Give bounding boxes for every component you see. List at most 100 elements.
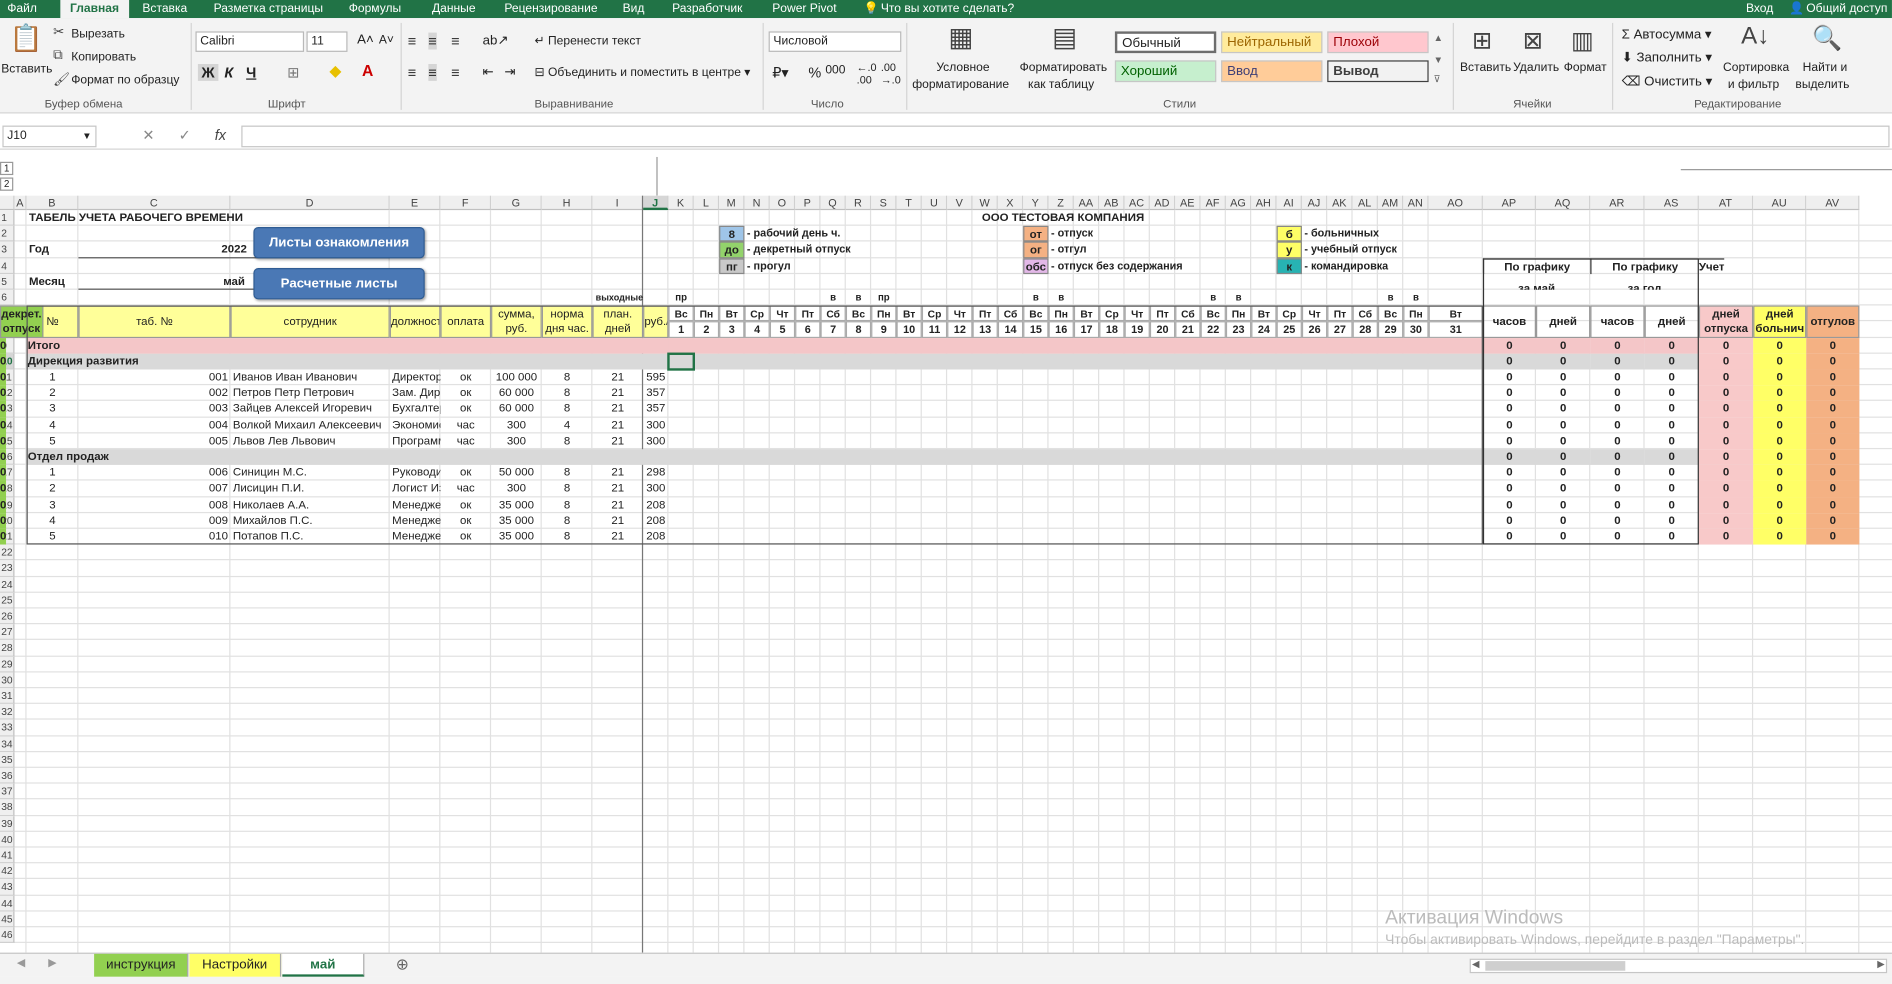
acquaint-sheets-button[interactable]: Листы ознакомления bbox=[253, 226, 425, 259]
row-header[interactable]: 4 bbox=[0, 257, 15, 274]
summary-cell[interactable]: 0 bbox=[1806, 401, 1860, 418]
summary-cell[interactable]: 0 bbox=[1806, 417, 1860, 434]
summary-cell[interactable]: 0 bbox=[0, 433, 7, 450]
row-tab[interactable]: 010 bbox=[78, 529, 230, 545]
row-plan[interactable]: 21 bbox=[592, 481, 643, 497]
row-payment[interactable]: ок bbox=[440, 513, 491, 529]
row-norm[interactable]: 8 bbox=[542, 385, 593, 401]
column-header[interactable]: G bbox=[491, 195, 542, 211]
total-row-days-bg[interactable] bbox=[668, 337, 1483, 354]
row-tab[interactable]: 005 bbox=[78, 433, 230, 449]
summary-cell[interactable]: 0 bbox=[1698, 353, 1754, 370]
tab-formulas[interactable]: Формулы bbox=[349, 0, 402, 18]
column-header[interactable]: W bbox=[972, 195, 998, 211]
column-header[interactable]: C bbox=[78, 195, 231, 211]
summary-cell[interactable]: 0 bbox=[1698, 465, 1754, 481]
day-number-header[interactable]: 5 bbox=[769, 321, 796, 338]
day-mark[interactable]: в bbox=[846, 290, 871, 306]
row-num[interactable]: 1 bbox=[27, 465, 79, 481]
weekday-header[interactable]: Сб bbox=[820, 305, 846, 322]
weekday-header[interactable]: Сб bbox=[1352, 305, 1378, 322]
day-number-header[interactable]: 20 bbox=[1149, 321, 1176, 338]
company-name[interactable]: ООО ТЕСТОВАЯ КОМПАНИЯ bbox=[643, 210, 1483, 226]
format-table-icon[interactable]: ▤ bbox=[1052, 22, 1077, 53]
summary-cell[interactable]: 0 bbox=[1644, 337, 1699, 354]
weekday-header[interactable]: Вт bbox=[1428, 305, 1483, 322]
day-number-header[interactable]: 13 bbox=[972, 321, 998, 338]
row-header[interactable]: 2 bbox=[0, 226, 15, 242]
style-neutral[interactable]: Нейтральный bbox=[1221, 31, 1323, 54]
summary-cell[interactable]: 0 bbox=[1698, 417, 1754, 434]
header-employee[interactable]: сотрудник bbox=[230, 305, 390, 338]
format-painter-button[interactable]: Формат по образцу bbox=[71, 74, 179, 87]
total-label[interactable]: Итого bbox=[27, 338, 390, 354]
day-mark[interactable]: в bbox=[1023, 290, 1048, 306]
align-right-icon[interactable]: ≡ bbox=[451, 64, 459, 81]
header-hours[interactable]: часов bbox=[1482, 305, 1537, 338]
day-number-header[interactable]: 29 bbox=[1377, 321, 1404, 338]
column-header[interactable]: AS bbox=[1644, 195, 1699, 211]
weekday-header[interactable]: Пн bbox=[1225, 305, 1252, 322]
row-plan[interactable]: 21 bbox=[592, 433, 643, 449]
header-maternity[interactable]: декрет. отпуск bbox=[0, 305, 43, 338]
weekday-header[interactable]: Пт bbox=[1327, 305, 1353, 322]
column-header[interactable]: R bbox=[845, 195, 872, 211]
header-norm[interactable]: норма дня час. bbox=[541, 305, 593, 338]
summary-cell[interactable]: 0 bbox=[1644, 353, 1699, 370]
summary-cell[interactable]: 0 bbox=[0, 417, 7, 434]
font-color-icon[interactable]: A bbox=[362, 62, 373, 80]
row-rate[interactable]: 298 bbox=[643, 465, 668, 481]
summary-cell[interactable]: 0 bbox=[1753, 385, 1807, 402]
summary-cell[interactable]: 0 bbox=[1753, 433, 1807, 450]
summary-cell[interactable]: 0 bbox=[1483, 433, 1536, 449]
row-sum[interactable]: 35 000 bbox=[491, 529, 542, 545]
row-plan[interactable]: 21 bbox=[592, 369, 643, 385]
column-header[interactable]: D bbox=[230, 195, 390, 211]
summary-cell[interactable]: 0 bbox=[1698, 433, 1754, 450]
group-name[interactable]: Дирекция развития bbox=[27, 354, 441, 370]
style-bad[interactable]: Плохой bbox=[1327, 31, 1429, 54]
fill-button[interactable]: ⬇ Заполнить ▾ bbox=[1622, 50, 1712, 65]
column-header[interactable]: AO bbox=[1428, 195, 1483, 211]
outline-level-1-button[interactable]: 1 bbox=[0, 161, 14, 176]
row-header[interactable]: 23 bbox=[0, 560, 15, 577]
row-norm[interactable]: 4 bbox=[542, 417, 593, 433]
find-select-button[interactable]: Найти и bbox=[1803, 62, 1848, 75]
row-tab[interactable]: 009 bbox=[78, 513, 230, 529]
row-num[interactable]: 5 bbox=[27, 433, 79, 449]
next-sheet-icon[interactable]: ▶ bbox=[48, 956, 56, 969]
column-header[interactable]: AK bbox=[1327, 195, 1353, 211]
row-norm[interactable]: 8 bbox=[542, 369, 593, 385]
row-sum[interactable]: 300 bbox=[491, 417, 542, 433]
row-num[interactable]: 3 bbox=[27, 497, 79, 513]
currency-icon[interactable]: ₽▾ bbox=[772, 64, 788, 81]
weekday-header[interactable]: Ср bbox=[1099, 305, 1125, 322]
column-header[interactable]: P bbox=[795, 195, 821, 211]
prev-sheet-icon[interactable]: ◀ bbox=[17, 956, 25, 969]
row-header[interactable]: 42 bbox=[0, 863, 15, 880]
day-number-header[interactable]: 7 bbox=[820, 321, 846, 338]
summary-cell[interactable]: 0 bbox=[1698, 481, 1754, 497]
row-sum[interactable]: 300 bbox=[491, 433, 542, 449]
weekday-header[interactable]: Вт bbox=[719, 305, 745, 322]
row-norm[interactable]: 8 bbox=[542, 513, 593, 529]
row-plan[interactable]: 21 bbox=[592, 385, 643, 401]
row-tab[interactable]: 004 bbox=[78, 417, 230, 433]
row-rate[interactable]: 208 bbox=[643, 513, 668, 529]
day-number-header[interactable]: 9 bbox=[871, 321, 897, 338]
row-sum[interactable]: 35 000 bbox=[491, 513, 542, 529]
row-header[interactable]: 30 bbox=[0, 672, 15, 689]
sheet-tab-instruction[interactable]: инструкция bbox=[94, 953, 189, 977]
day-mark[interactable]: в bbox=[1378, 290, 1403, 306]
summary-cell[interactable]: 0 bbox=[1753, 369, 1807, 386]
row-rate[interactable]: 300 bbox=[643, 481, 668, 497]
row-payment[interactable]: ок bbox=[440, 385, 491, 401]
paste-button[interactable]: Вставить bbox=[1, 63, 52, 76]
weekday-header[interactable]: Чт bbox=[947, 305, 973, 322]
summary-cell[interactable]: 0 bbox=[0, 385, 7, 402]
tab-file[interactable]: Файл bbox=[7, 0, 37, 18]
row-payment[interactable]: час bbox=[440, 481, 491, 497]
row-employee[interactable]: Зайцев Алексей Игоревич bbox=[230, 401, 389, 417]
row-norm[interactable]: 8 bbox=[542, 481, 593, 497]
row-header[interactable]: 27 bbox=[0, 624, 15, 641]
